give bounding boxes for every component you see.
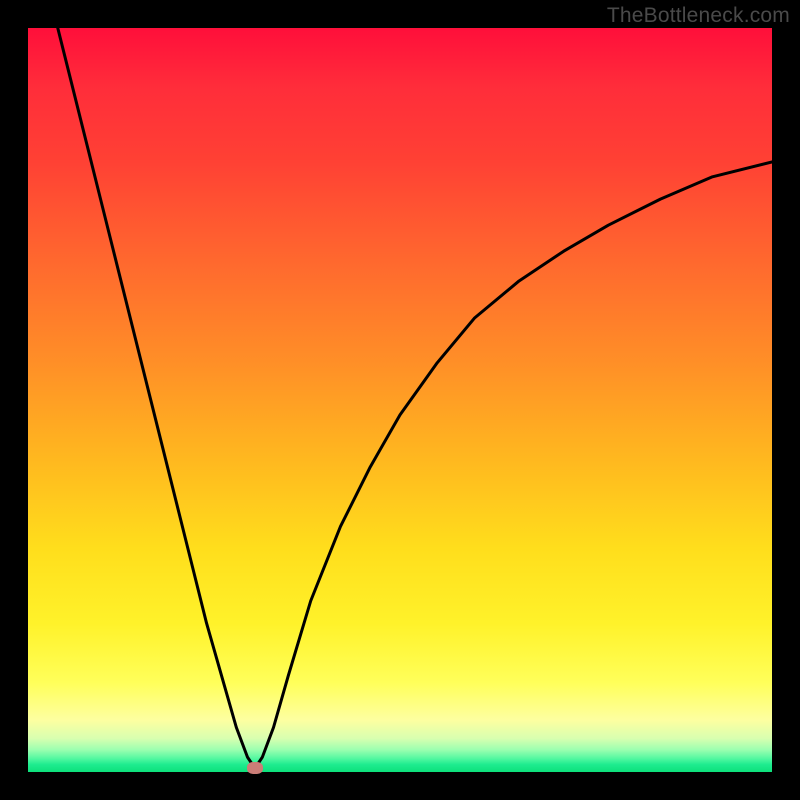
watermark-text: TheBottleneck.com: [607, 4, 790, 28]
curve-path: [58, 28, 772, 768]
bottleneck-curve: [28, 28, 772, 772]
min-marker: [247, 762, 263, 774]
plot-area: [28, 28, 772, 772]
chart-frame: TheBottleneck.com: [0, 0, 800, 800]
